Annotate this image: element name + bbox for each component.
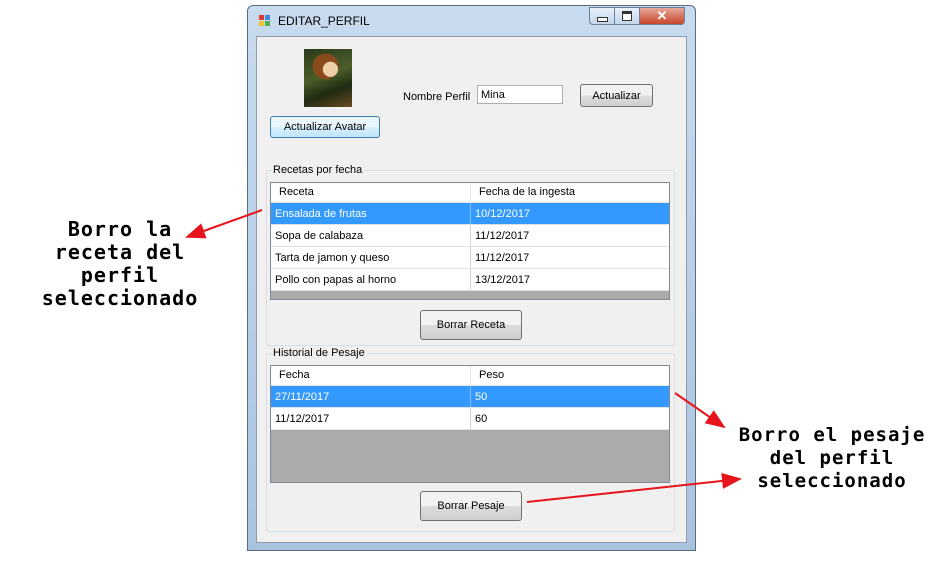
arrow-to-recipe-row xyxy=(185,209,263,239)
arrow-to-delete-weight-button xyxy=(526,472,742,503)
arrow-to-weight-row xyxy=(674,392,726,429)
annotation-arrows xyxy=(185,209,742,503)
